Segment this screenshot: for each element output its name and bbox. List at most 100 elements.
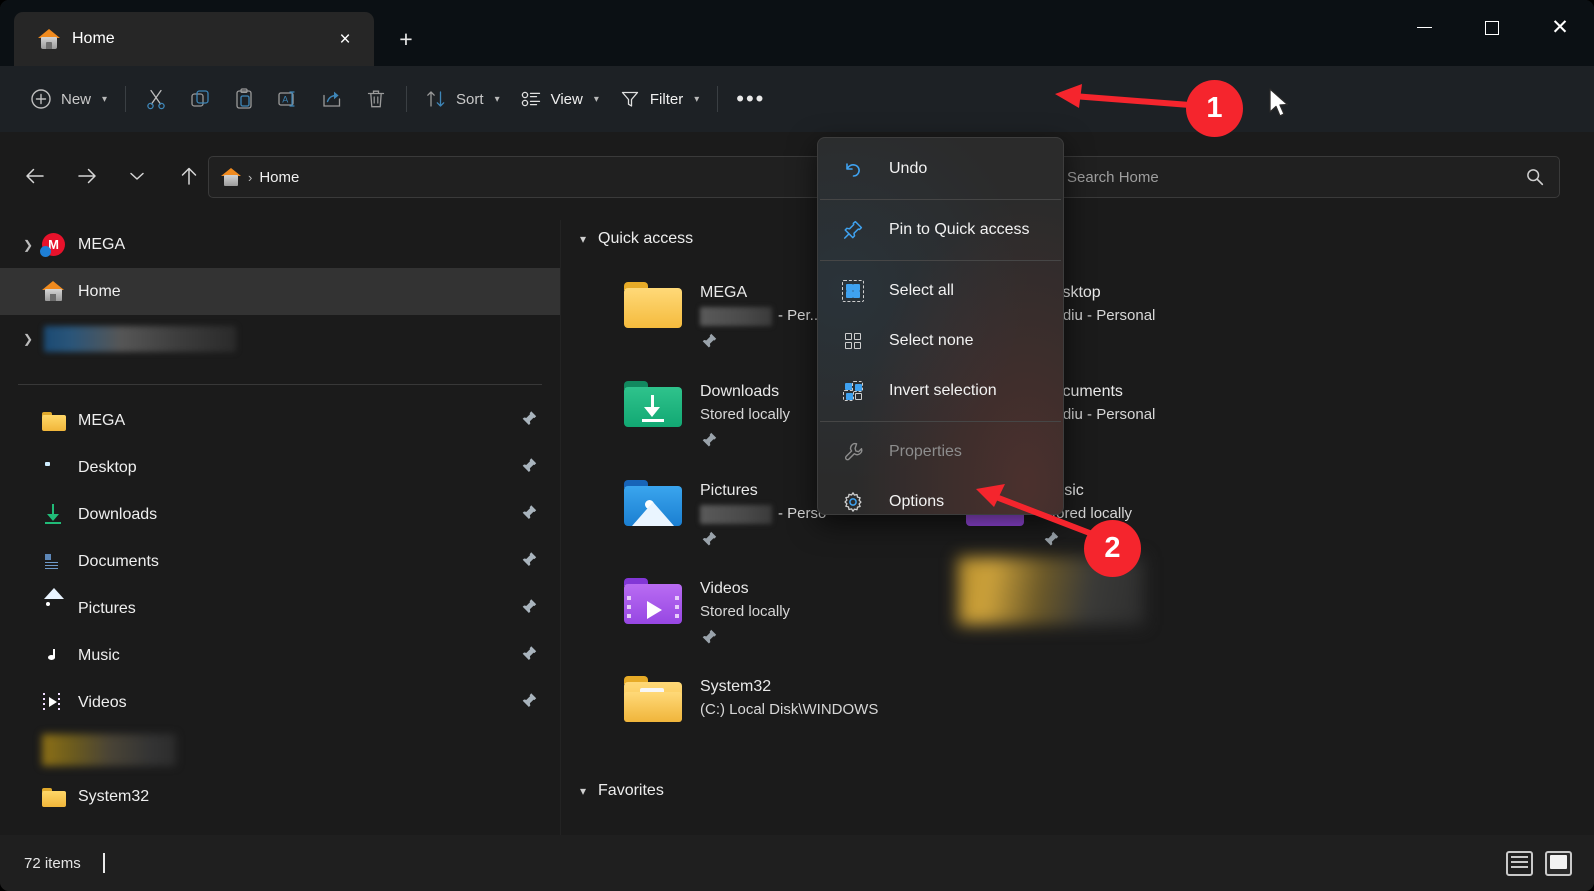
pin-icon [700,628,790,651]
maximize-button[interactable] [1458,0,1526,55]
mouse-cursor [1269,88,1289,117]
quick-access-item[interactable]: Videos Stored locally [624,574,790,651]
share-button[interactable] [310,79,354,119]
pin-icon[interactable] [520,644,538,667]
large-icons-view-button[interactable] [1545,850,1572,876]
command-toolbar: New ▾ A Sort ▾ View ▾ Filter ▾ ••• [0,66,1594,132]
search-icon[interactable] [1525,167,1545,187]
item-subtitle: - Per...\ [700,304,826,328]
item-subtitle: - Perso [700,502,826,526]
pin-icon[interactable] [520,550,538,573]
chevron-right-icon[interactable]: ❯ [14,238,42,252]
item-subtitle-text: (C:) Local Disk\WINDOWS [700,701,879,718]
sidebar-item-blurred-folder[interactable] [0,726,560,773]
search-input[interactable]: Search Home [1067,169,1525,186]
sidebar-item-account-blurred[interactable]: ❯ [0,315,560,362]
pin-icon[interactable] [520,503,538,526]
folder-system32-icon [624,676,682,722]
menu-item-label: Undo [889,160,928,177]
folder-yellow-icon [624,282,682,328]
new-tab-button[interactable]: + [388,22,424,56]
blurred-folder-icon [42,733,176,766]
music-icon [42,644,66,668]
pin-icon[interactable] [520,409,538,432]
sidebar-item-documents[interactable]: Documents [0,538,560,585]
chevron-down-icon: ▾ [593,93,599,105]
annotation-number: 2 [1104,532,1121,564]
filter-button[interactable]: Filter ▾ [609,79,709,119]
rename-button[interactable]: A [266,79,310,119]
pin-icon[interactable] [520,597,538,620]
blurred-account-icon [44,325,236,352]
invert-selection-icon [842,380,864,402]
desktop-icon [42,456,66,480]
menu-item-undo[interactable]: Undo [818,144,1063,194]
close-tab-icon[interactable]: × [330,24,360,54]
group-header-quick-access[interactable]: ▾ Quick access [580,230,693,248]
new-button[interactable]: New ▾ [20,79,117,119]
details-view-button[interactable] [1506,850,1533,876]
back-button[interactable] [14,155,56,197]
tab-home[interactable]: Home × [14,12,374,66]
quick-access-item[interactable]: Downloads Stored locally [624,377,790,454]
sort-button[interactable]: Sort ▾ [415,79,510,119]
cut-button[interactable] [134,79,178,119]
sidebar-item-label: MEGA [78,235,126,253]
menu-item-pin-to-quick-access[interactable]: Pin to Quick access [818,205,1063,255]
select-none-icon [842,330,864,352]
navigation-pane: ❯ M MEGA Home ❯ MEGA Desktop Downloads D… [0,220,560,835]
item-subtitle: Stored locally [700,403,790,427]
up-button[interactable] [168,155,210,197]
quick-access-item[interactable]: Pictures - Perso [624,476,826,553]
sidebar-item-home[interactable]: Home [0,268,560,315]
sidebar-item-music[interactable]: Music [0,632,560,679]
forward-button[interactable] [66,155,108,197]
blurred-account-name [700,306,772,326]
chevron-right-icon[interactable]: ❯ [14,332,42,346]
menu-item-options[interactable]: Options [818,477,1063,514]
chevron-down-icon[interactable]: ▾ [580,232,586,246]
select-all-icon [842,280,864,302]
sidebar-item-desktop[interactable]: Desktop [0,444,560,491]
sidebar-item-pictures[interactable]: Pictures [0,585,560,632]
minimize-button[interactable] [1390,0,1458,55]
close-window-button[interactable]: ✕ [1526,0,1594,55]
quick-access-item[interactable]: System32 (C:) Local Disk\WINDOWS [624,672,878,722]
menu-item-select-all[interactable]: Select all [818,266,1063,316]
menu-item-select-none[interactable]: Select none [818,316,1063,366]
sidebar-item-downloads[interactable]: Downloads [0,491,560,538]
sidebar-item-system32[interactable]: System32 [0,773,560,820]
quick-access-item[interactable]: MEGA - Per...\ [624,278,826,355]
clipboard-icon [232,87,256,111]
group-header-favorites[interactable]: ▾ Favorites [580,782,664,800]
paste-button[interactable] [222,79,266,119]
filter-icon [619,88,641,110]
group-header-label: Quick access [598,230,694,247]
delete-button[interactable] [354,79,398,119]
menu-item-invert-selection[interactable]: Invert selection [818,366,1063,416]
sidebar-item-mega-tree[interactable]: ❯ M MEGA [0,221,560,268]
chevron-down-icon: ▾ [694,93,700,105]
recent-locations-button[interactable] [116,155,158,197]
copy-button[interactable] [178,79,222,119]
pin-icon[interactable] [520,456,538,479]
chevron-down-icon[interactable]: ▾ [580,784,586,798]
pin-icon [700,431,790,454]
pin-icon [700,332,826,355]
item-name: Videos [700,580,749,597]
sidebar-item-videos[interactable]: Videos [0,679,560,726]
scissors-icon [144,87,168,111]
plus-circle-icon [30,88,52,110]
pin-icon[interactable] [520,691,538,714]
view-button[interactable]: View ▾ [510,79,609,119]
menu-divider [820,199,1061,200]
search-box[interactable]: Search Home [1052,156,1560,198]
downloads-icon [42,503,66,527]
see-more-button[interactable]: ••• [726,79,775,119]
sidebar-item-mega[interactable]: MEGA [0,397,560,444]
chevron-down-icon: ▾ [102,93,108,105]
item-subtitle-text: Stored locally [700,406,791,423]
item-name: MEGA [700,284,748,301]
menu-item-label: Select none [889,332,974,349]
svg-text:A: A [282,95,288,105]
